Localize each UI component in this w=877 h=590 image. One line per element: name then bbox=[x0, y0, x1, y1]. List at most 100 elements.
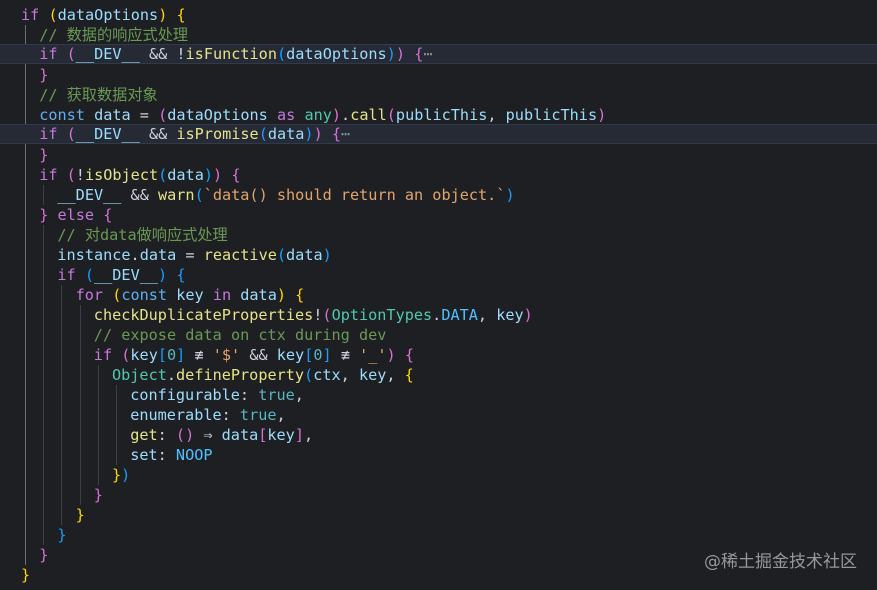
code-line[interactable]: // 获取数据对象 bbox=[0, 85, 877, 105]
code-token: : bbox=[221, 406, 240, 424]
code-line-text: // 数据的响应式处理 bbox=[39, 25, 188, 45]
code-token: '$' bbox=[212, 346, 241, 364]
code-token: } bbox=[39, 206, 49, 224]
code-token: Object bbox=[112, 366, 167, 384]
code-token: ) bbox=[276, 286, 286, 304]
code-line[interactable]: checkDuplicateProperties!(OptionTypes.DA… bbox=[0, 305, 877, 325]
code-token: __DEV__ bbox=[57, 186, 122, 204]
code-line-text: }) bbox=[112, 465, 130, 485]
fold-ellipsis-icon[interactable]: ⋯ bbox=[423, 45, 432, 63]
code-token: data bbox=[267, 125, 305, 143]
code-token: any bbox=[304, 106, 332, 124]
code-line-text: } bbox=[94, 485, 103, 505]
code-line-text: const data = (dataOptions as any).call(p… bbox=[39, 105, 606, 125]
code-line[interactable]: enumerable: true, bbox=[0, 405, 877, 425]
code-token: : bbox=[157, 446, 176, 464]
code-token: } bbox=[93, 486, 103, 504]
code-token: . bbox=[341, 106, 351, 124]
code-line[interactable]: } bbox=[0, 485, 877, 505]
code-token: ) bbox=[158, 266, 168, 284]
code-token: key bbox=[130, 346, 158, 364]
code-line[interactable]: } else { bbox=[0, 205, 877, 225]
code-line[interactable]: Object.defineProperty(ctx, key, { bbox=[0, 365, 877, 385]
fold-ellipsis-icon[interactable]: ⋯ bbox=[341, 125, 350, 143]
code-line[interactable]: const data = (dataOptions as any).call(p… bbox=[0, 105, 877, 125]
code-token: ) bbox=[304, 125, 314, 143]
code-token: true bbox=[258, 386, 295, 404]
code-line[interactable]: }) bbox=[0, 465, 877, 485]
code-token: : bbox=[157, 426, 176, 444]
code-token: ( bbox=[276, 246, 287, 264]
code-line-text: } bbox=[39, 145, 48, 165]
code-line-text: get: () ⇒ data[key], bbox=[130, 425, 313, 445]
code-token: , bbox=[487, 106, 506, 124]
code-token: { bbox=[331, 125, 342, 143]
code-token: ) bbox=[203, 166, 213, 184]
code-line[interactable]: if (__DEV__) { bbox=[0, 265, 877, 285]
code-line[interactable]: if (dataOptions) { bbox=[0, 5, 877, 25]
code-line-text: } bbox=[21, 565, 30, 585]
code-token: true bbox=[239, 406, 277, 424]
code-token: ) bbox=[322, 246, 332, 264]
code-token: . bbox=[432, 306, 442, 324]
code-line-text: __DEV__ && warn(`data() should return an… bbox=[57, 185, 514, 205]
code-line[interactable]: if (__DEV__ && isPromise(data)) {⋯ bbox=[0, 124, 877, 144]
code-line[interactable]: for (const key in data) { bbox=[0, 285, 877, 305]
code-line[interactable]: configurable: true, bbox=[0, 385, 877, 405]
code-token: ) bbox=[158, 6, 168, 24]
code-line-text: // expose data on ctx during dev bbox=[94, 325, 387, 345]
code-token: if bbox=[39, 45, 58, 63]
code-token: } bbox=[75, 506, 85, 524]
code-token: const bbox=[121, 286, 168, 304]
code-token: data bbox=[139, 246, 177, 264]
code-token: , bbox=[276, 406, 286, 424]
code-token: dataOptions bbox=[286, 45, 387, 63]
code-token: && ! bbox=[139, 45, 186, 63]
code-line[interactable]: // expose data on ctx during dev bbox=[0, 325, 877, 345]
code-token: } bbox=[57, 526, 67, 544]
code-line[interactable]: instance.data = reactive(data) bbox=[0, 245, 877, 265]
code-line[interactable]: __DEV__ && warn(`data() should return an… bbox=[0, 185, 877, 205]
code-token: ( bbox=[48, 6, 58, 24]
code-line[interactable]: // 对data做响应式处理 bbox=[0, 225, 877, 245]
code-line[interactable]: get: () ⇒ data[key], bbox=[0, 425, 877, 445]
code-line[interactable]: } bbox=[0, 65, 877, 85]
code-token: '_' bbox=[359, 346, 387, 364]
code-token: data bbox=[167, 166, 204, 184]
code-token: && bbox=[139, 125, 177, 143]
code-token: for bbox=[75, 286, 104, 304]
code-token: // 对data做响应式处理 bbox=[57, 226, 228, 244]
code-line[interactable]: } bbox=[0, 505, 877, 525]
code-line[interactable]: } bbox=[0, 145, 877, 165]
code-token: { bbox=[404, 346, 415, 364]
code-token: } bbox=[112, 466, 122, 484]
code-editor[interactable]: if (dataOptions) {// 数据的响应式处理 if (__DEV__… bbox=[0, 0, 877, 590]
code-line-text: if (dataOptions) { bbox=[21, 5, 186, 25]
code-line[interactable]: if (!isObject(data)) { bbox=[0, 165, 877, 185]
code-token: { bbox=[176, 266, 186, 284]
code-line[interactable]: // 数据的响应式处理 bbox=[0, 25, 877, 45]
code-token: data bbox=[94, 106, 131, 124]
code-token: ( bbox=[258, 125, 268, 143]
code-line-text: } else { bbox=[39, 205, 112, 225]
code-token: [ bbox=[304, 346, 314, 364]
code-token: reactive bbox=[203, 246, 277, 264]
code-line-text: if (__DEV__ && !isFunction(dataOptions))… bbox=[39, 45, 432, 63]
code-line[interactable]: if (__DEV__ && !isFunction(dataOptions))… bbox=[0, 44, 877, 64]
code-line[interactable]: if (key[0] ≢ '$' && key[0] ≢ '_') { bbox=[0, 345, 877, 365]
code-token: && bbox=[121, 186, 158, 204]
code-token: publicThis bbox=[505, 106, 598, 124]
code-token: instance bbox=[57, 246, 131, 264]
code-line[interactable]: } bbox=[0, 525, 877, 545]
watermark: @稀土掘金技术社区 bbox=[704, 552, 857, 572]
code-line[interactable]: set: NOOP bbox=[0, 445, 877, 465]
